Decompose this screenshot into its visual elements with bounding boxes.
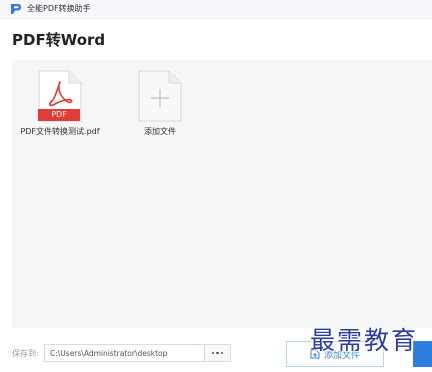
app-logo-icon	[11, 4, 21, 14]
pdf-file-icon: PDF	[38, 70, 82, 122]
browse-button[interactable]	[204, 344, 231, 362]
add-file-label: 添加文件	[144, 127, 176, 136]
more-dot	[220, 351, 224, 355]
save-path-input[interactable]	[44, 344, 204, 362]
file-name: PDF文件转换测试.pdf	[20, 127, 100, 136]
app-title: 全能PDF转换助手	[27, 4, 91, 13]
save-to-label: 保存到:	[12, 349, 39, 358]
pdf-badge: PDF	[38, 109, 80, 121]
watermark: 最需教育	[310, 326, 419, 355]
more-dots-icon	[211, 351, 215, 355]
add-file-tile[interactable]: 添加文件	[117, 70, 203, 137]
page-title: PDF转Word	[12, 31, 106, 49]
more-dot	[216, 351, 219, 355]
add-file-icon	[138, 70, 182, 122]
title-bar: 全能PDF转换助手	[0, 0, 432, 19]
file-item-pdf[interactable]: PDF PDF文件转换测试.pdf	[17, 70, 103, 137]
